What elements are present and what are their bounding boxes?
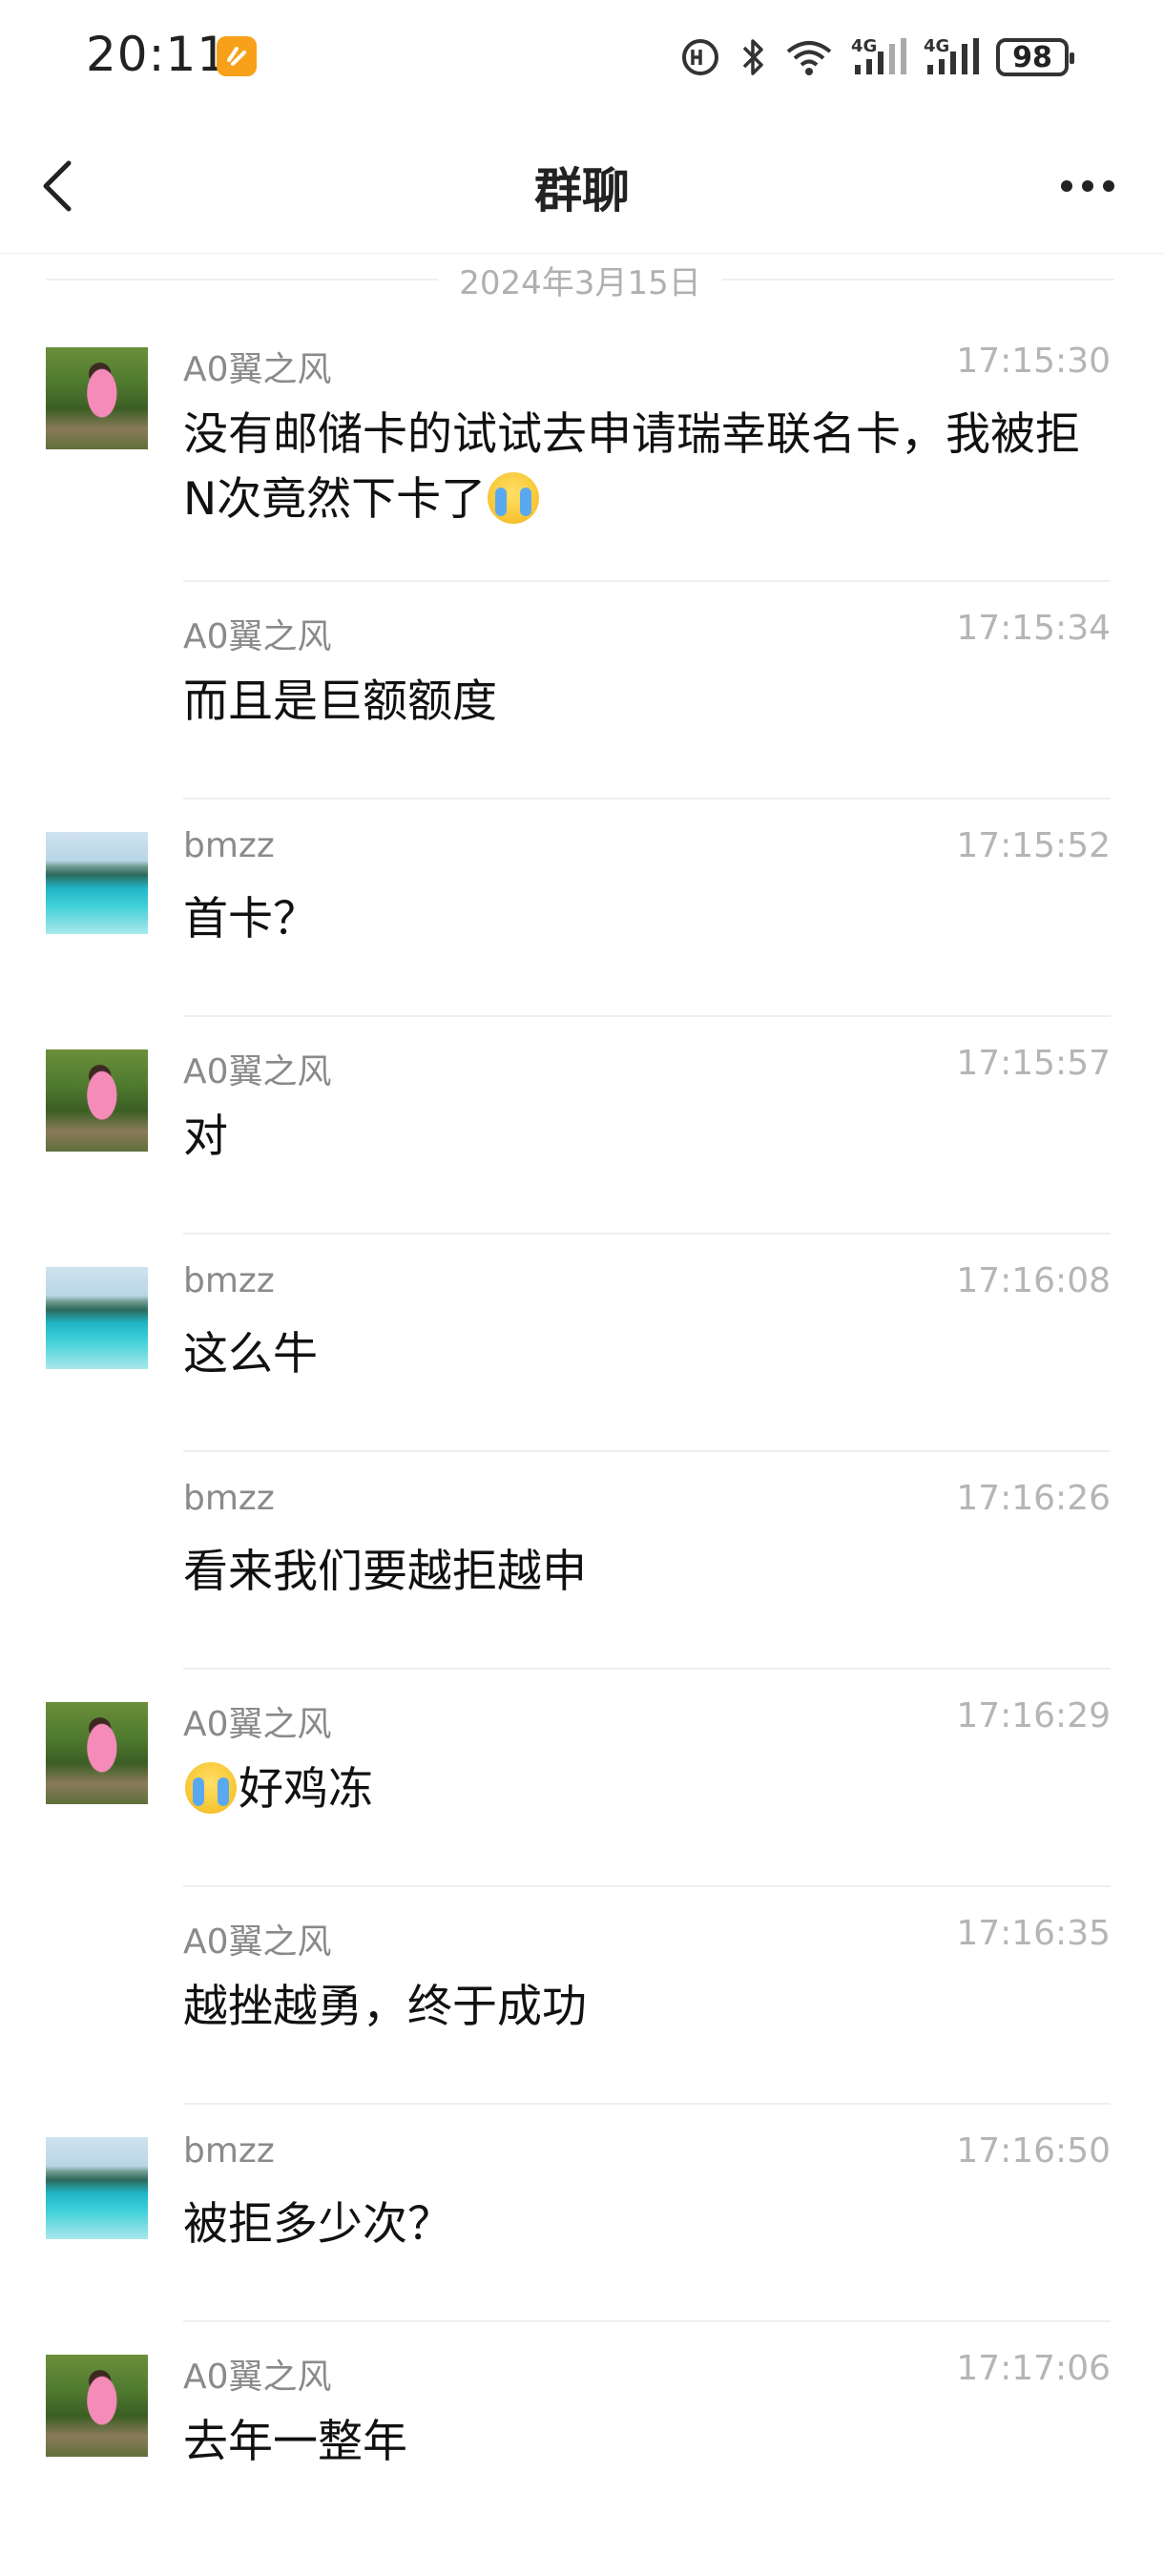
status-time: 20:11 bbox=[86, 27, 229, 82]
status-icons: 4G 4G 98 bbox=[679, 29, 1074, 86]
message-text: 而且是巨额额度 bbox=[183, 675, 497, 728]
message-time: 17:17:06 bbox=[956, 2349, 1111, 2388]
hd-call-icon bbox=[682, 39, 718, 75]
message-time: 17:16:26 bbox=[956, 1479, 1111, 1518]
sender-name: A0翼之风 bbox=[183, 1052, 332, 1091]
message-item[interactable]: bmzz 17:16:50 被拒多少次？ bbox=[0, 2105, 1164, 2322]
title-bar: 群聊 bbox=[0, 114, 1164, 254]
message-text: 没有邮储卡的试试去申请瑞幸联名卡，我被拒N次竟然下卡了 bbox=[183, 408, 1080, 526]
message-text: 首卡？ bbox=[183, 893, 318, 945]
message-text: 越挫越勇，终于成功 bbox=[183, 1981, 587, 2033]
avatar[interactable] bbox=[46, 2355, 148, 2457]
avatar[interactable] bbox=[46, 347, 148, 449]
status-bar: 20:11 4G 4G 98 bbox=[0, 0, 1164, 114]
message-text: 这么牛 bbox=[183, 1328, 318, 1381]
message-time: 17:15:52 bbox=[956, 826, 1111, 865]
sender-name: A0翼之风 bbox=[183, 1705, 332, 1744]
message-item[interactable]: A0翼之风 17:16:35 越挫越勇，终于成功 bbox=[0, 1887, 1164, 2105]
message-text: 被拒多少次？ bbox=[183, 2198, 452, 2251]
message-time: 17:15:57 bbox=[956, 1044, 1111, 1083]
battery-icon: 98 bbox=[996, 38, 1074, 76]
date-divider: 2024年3月15日 bbox=[46, 256, 1114, 303]
message-text: 对 bbox=[183, 1111, 228, 1163]
message-text: 去年一整年 bbox=[183, 2416, 407, 2468]
message-time: 17:16:29 bbox=[956, 1696, 1111, 1735]
message-time: 17:15:34 bbox=[956, 609, 1111, 648]
bluetooth-icon bbox=[742, 39, 763, 75]
message-item[interactable]: A0翼之风 17:16:29 好鸡冻 bbox=[0, 1670, 1164, 1887]
sender-name: A0翼之风 bbox=[183, 617, 332, 656]
wifi-icon bbox=[786, 41, 832, 75]
app-badge-icon bbox=[217, 36, 257, 76]
avatar[interactable] bbox=[46, 832, 148, 934]
more-dots-icon bbox=[1061, 180, 1072, 192]
date-label: 2024年3月15日 bbox=[459, 263, 701, 302]
message-item[interactable]: bmzz 17:15:52 首卡？ bbox=[0, 800, 1164, 1017]
sender-name: A0翼之风 bbox=[183, 350, 332, 389]
message-time: 17:15:30 bbox=[956, 342, 1111, 381]
crying-emoji-icon bbox=[185, 1762, 237, 1814]
message-item[interactable]: bmzz 17:16:08 这么牛 bbox=[0, 1235, 1164, 1452]
message-item[interactable]: A0翼之风 17:15:30 没有邮储卡的试试去申请瑞幸联名卡，我被拒N次竟然下… bbox=[0, 315, 1164, 582]
message-item[interactable]: A0翼之风 17:15:34 而且是巨额额度 bbox=[0, 582, 1164, 800]
message-time: 17:16:08 bbox=[956, 1261, 1111, 1300]
message-item[interactable]: bmzz 17:16:26 看来我们要越拒越申 bbox=[0, 1452, 1164, 1670]
sender-name: bmzz bbox=[183, 826, 275, 865]
message-list: A0翼之风 17:15:30 没有邮储卡的试试去申请瑞幸联名卡，我被拒N次竟然下… bbox=[0, 315, 1164, 2540]
message-text: 看来我们要越拒越申 bbox=[183, 1546, 587, 1598]
sender-name: bmzz bbox=[183, 2131, 275, 2171]
sender-name: bmzz bbox=[183, 1261, 275, 1300]
sender-name: A0翼之风 bbox=[183, 2358, 332, 2397]
crying-emoji-icon bbox=[488, 472, 540, 524]
signal-icon: 4G bbox=[924, 36, 979, 78]
signal-icon: 4G bbox=[851, 36, 906, 78]
avatar[interactable] bbox=[46, 1049, 148, 1152]
sender-name: bmzz bbox=[183, 1479, 275, 1518]
more-button[interactable] bbox=[1050, 157, 1126, 215]
sender-name: A0翼之风 bbox=[183, 1922, 332, 1962]
page-title: 群聊 bbox=[534, 163, 630, 218]
avatar[interactable] bbox=[46, 1267, 148, 1369]
avatar[interactable] bbox=[46, 1702, 148, 1804]
message-text: 好鸡冻 bbox=[183, 1757, 1099, 1822]
message-time: 17:16:35 bbox=[956, 1914, 1111, 1953]
message-item[interactable]: A0翼之风 17:15:57 对 bbox=[0, 1017, 1164, 1235]
message-item[interactable]: A0翼之风 17:17:06 去年一整年 bbox=[0, 2322, 1164, 2540]
message-time: 17:16:50 bbox=[956, 2131, 1111, 2171]
avatar[interactable] bbox=[46, 2137, 148, 2239]
